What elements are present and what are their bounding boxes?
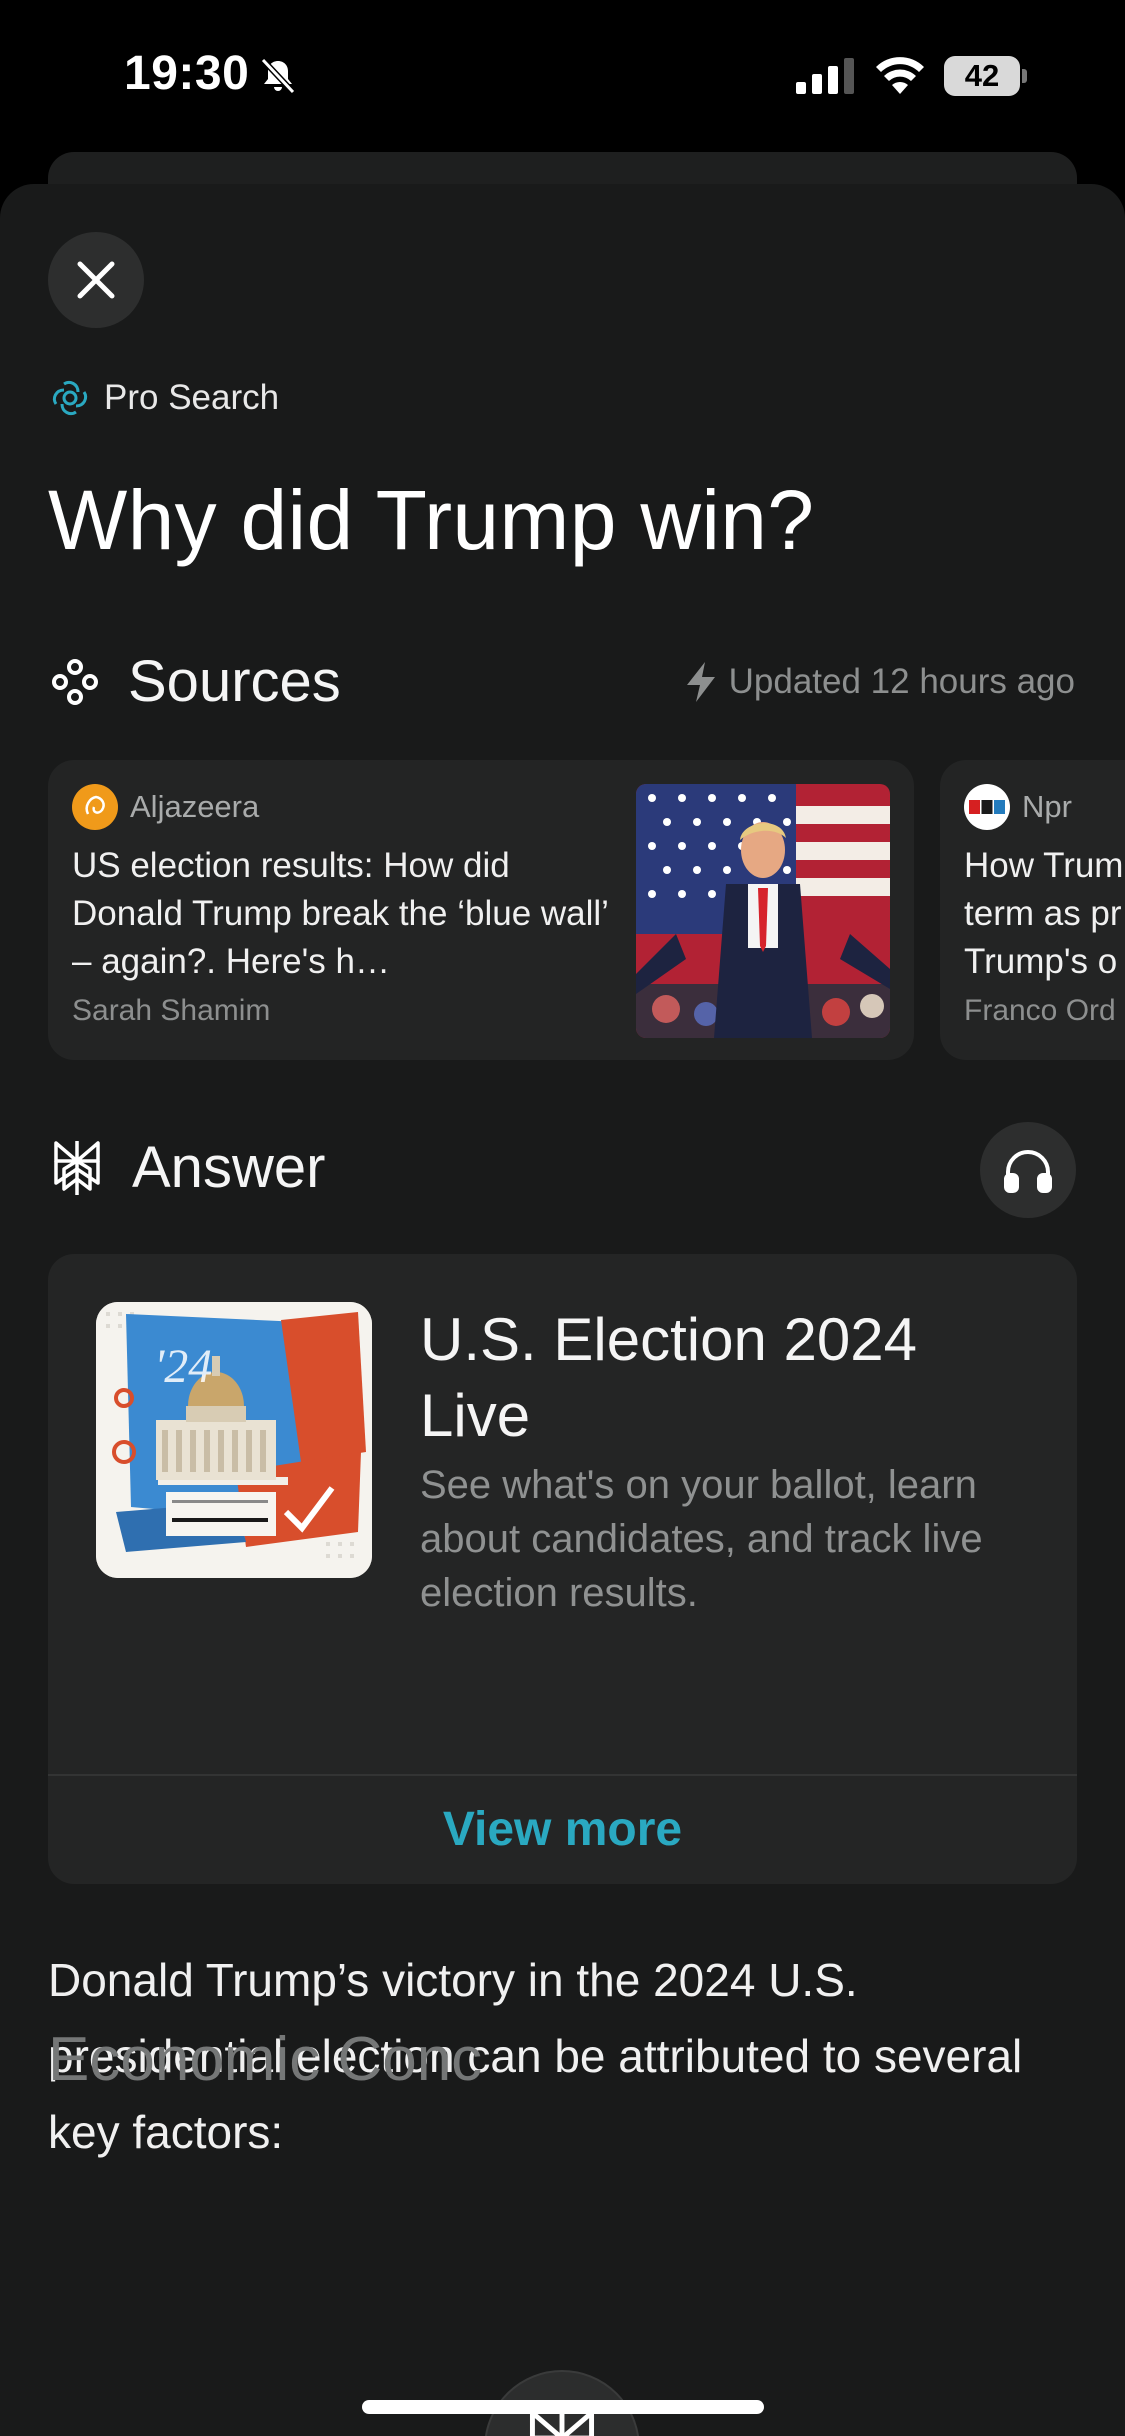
- listen-button[interactable]: [980, 1122, 1076, 1218]
- lightning-icon: [686, 662, 715, 702]
- aljazeera-logo-icon: [72, 784, 118, 830]
- source-header: Aljazeera: [72, 784, 259, 830]
- source-name: Npr: [1022, 789, 1072, 824]
- source-name: Aljazeera: [130, 789, 260, 824]
- battery-cap: [1022, 69, 1027, 83]
- npr-logo-icon: [964, 784, 1010, 830]
- source-author: Franco Ord: [964, 994, 1116, 1027]
- cellular-signal-icon: [796, 58, 854, 94]
- source-author: Sarah Shamim: [72, 994, 271, 1027]
- election-widget[interactable]: '24 U.S. Election 2024 Live See what's o…: [48, 1254, 1077, 1884]
- answer-header: Answer: [50, 1134, 325, 1201]
- source-title: How Trum term as pr Trump's o: [964, 846, 1124, 981]
- updated-indicator: Updated 12 hours ago: [685, 662, 1075, 702]
- pro-search-icon: [52, 380, 88, 416]
- svg-text:'24: '24: [154, 1340, 212, 1393]
- widget-description: See what's on your ballot, learn about c…: [420, 1463, 983, 1615]
- close-button[interactable]: [48, 232, 144, 328]
- source-card[interactable]: Npr How Trum term as pr Trump's o Franco…: [940, 760, 1125, 1060]
- perplexity-logo-icon: [54, 1140, 100, 1195]
- search-mode: Pro Search: [50, 378, 279, 418]
- home-indicator[interactable]: [362, 2400, 764, 2414]
- battery-level: 42: [964, 58, 1000, 93]
- widget-title: U.S. Election 2024 Live: [420, 1306, 917, 1449]
- battery-indicator: 42: [944, 56, 1027, 96]
- view-more-button[interactable]: View more: [48, 1774, 1077, 1884]
- wifi-icon: [876, 57, 924, 94]
- answer-subheading: Economic Conc: [48, 2025, 483, 2094]
- source-card[interactable]: Aljazeera US election results: How did D…: [48, 760, 914, 1060]
- updated-text: Updated 12 hours ago: [728, 662, 1075, 701]
- answer-title: Answer: [132, 1135, 326, 1200]
- status-time: 19:30: [124, 47, 250, 100]
- query-title: Why did Trump win?: [48, 473, 815, 567]
- sources-header: Sources: [50, 648, 341, 715]
- source-thumbnail-image: [636, 784, 890, 1038]
- sources-title: Sources: [128, 649, 341, 714]
- status-bar: 19:30 42: [0, 0, 1125, 150]
- source-header: Npr: [964, 784, 1072, 830]
- result-sheet: Pro Search Why did Trump win? Sources Up…: [0, 184, 1125, 2436]
- mode-label: Pro Search: [104, 378, 280, 417]
- election-thumbnail-image: '24: [96, 1302, 372, 1578]
- bell-muted-icon: [260, 57, 296, 95]
- headphones-icon: [1004, 1150, 1052, 1193]
- close-icon: [77, 261, 115, 299]
- sources-icon: [52, 658, 98, 705]
- source-title: US election results: How did Donald Trum…: [72, 846, 608, 981]
- sources-carousel[interactable]: Aljazeera US election results: How did D…: [48, 760, 1125, 1060]
